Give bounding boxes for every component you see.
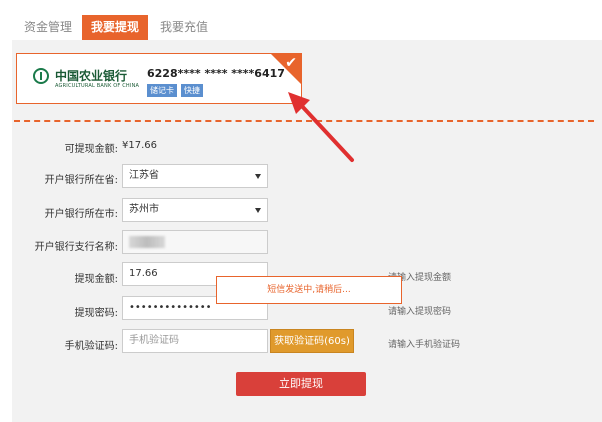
sms-toast: 短信发送中,请稍后... [216, 276, 402, 304]
bank-card-option[interactable]: 中国农业银行 AGRICULTURAL BANK OF CHINA 6228**… [16, 53, 302, 104]
branch-blurred-value [129, 236, 165, 248]
bank-name-english: AGRICULTURAL BANK OF CHINA [55, 83, 140, 89]
get-code-button[interactable]: 获取验证码(60s) [270, 329, 354, 353]
quick-pay-badge: 快捷 [181, 84, 203, 97]
code-label: 手机验证码: [64, 341, 118, 352]
checkmark-icon: ✔ [285, 55, 297, 71]
tab-recharge[interactable]: 我要充值 [160, 15, 208, 40]
amount-label: 提现金额: [74, 274, 118, 285]
dropdown-arrow-icon [255, 208, 261, 213]
tab-fund-management[interactable]: 资金管理 [24, 15, 72, 40]
city-select[interactable]: 苏州市 [122, 198, 268, 222]
abc-logo-icon [33, 68, 49, 84]
province-select[interactable]: 江苏省 [122, 164, 268, 188]
password-label: 提现密码: [74, 308, 118, 319]
code-input[interactable]: 手机验证码 [122, 329, 268, 353]
password-hint: 请输入提现密码 [388, 307, 452, 317]
card-type-badge: 储记卡 [147, 84, 177, 97]
available-amount-value: ¥17.66 [122, 140, 157, 151]
code-hint: 请输入手机验证码 [388, 340, 461, 350]
province-selected-value: 江苏省 [129, 170, 159, 181]
bank-name: 中国农业银行 [55, 69, 128, 83]
province-label: 开户银行所在省: [44, 175, 118, 186]
available-amount-label: 可提现金额: [64, 144, 118, 155]
city-selected-value: 苏州市 [129, 204, 159, 215]
card-number: 6228**** **** ****6417 [147, 67, 285, 80]
submit-withdraw-button[interactable]: 立即提现 [236, 372, 366, 396]
dashed-divider [14, 120, 594, 122]
tab-bar: 资金管理 我要提现 我要充值 [0, 0, 602, 40]
branch-label: 开户银行支行名称: [34, 242, 118, 253]
tab-withdraw[interactable]: 我要提现 [82, 15, 148, 40]
dropdown-arrow-icon [255, 174, 261, 179]
branch-field [122, 230, 268, 254]
city-label: 开户银行所在市: [44, 209, 118, 220]
